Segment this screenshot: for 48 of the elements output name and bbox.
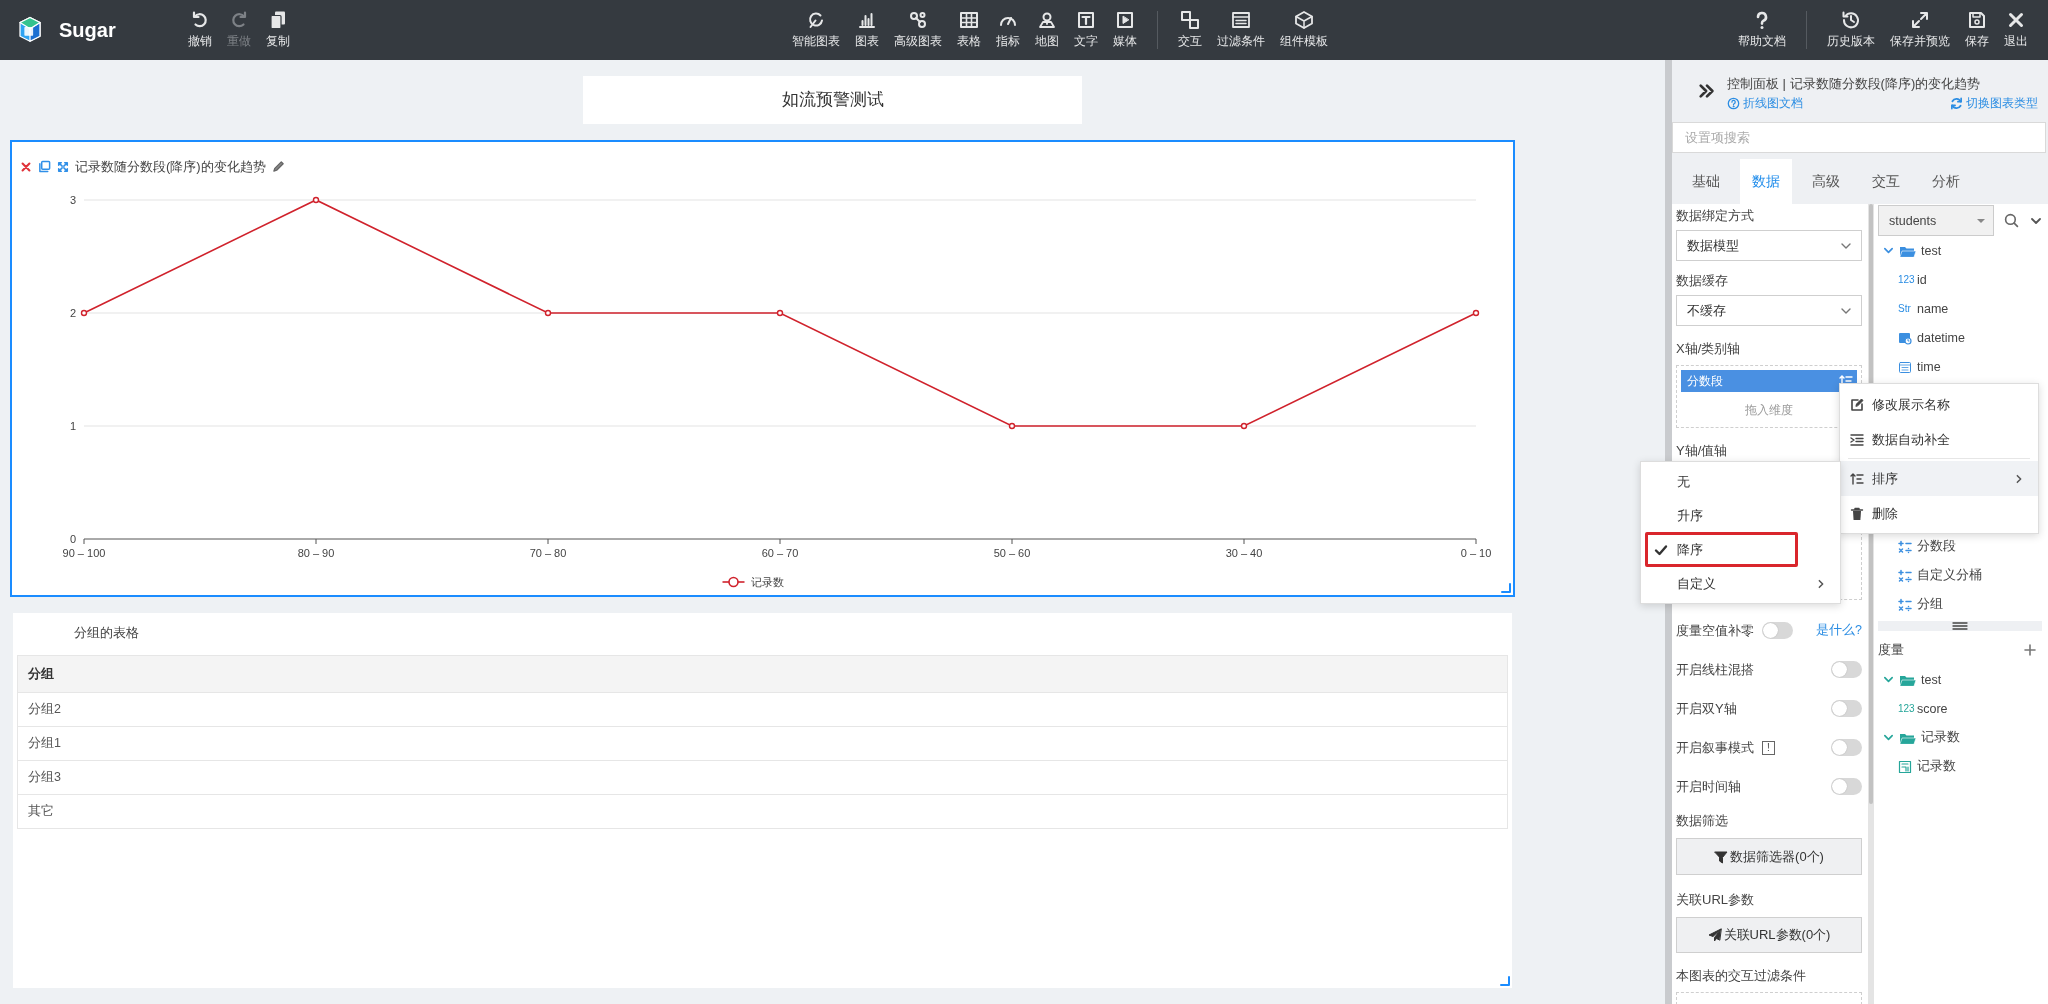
setting-label: 关联URL参数 <box>1676 891 1754 909</box>
drop-hint: 拖入维度 <box>1745 403 1793 418</box>
x-tick-label: 30 – 40 <box>1225 546 1263 559</box>
x-tick-label: 0 – 10 <box>1460 546 1492 559</box>
field-name: 分组 <box>1917 596 1943 613</box>
setting-label: 本图表的交互过滤条件 <box>1676 967 1806 985</box>
setting-label: 数据绑定方式 <box>1676 207 1754 225</box>
table-cell: 分组3 <box>17 760 1508 795</box>
field-name: name <box>1917 301 1949 316</box>
panel-title: 控制面板 | 记录数随分数段(降序)的变化趋势 <box>1727 74 1982 93</box>
column-header: 分组 <box>17 655 1508 693</box>
x-tick-label: 50 – 60 <box>993 546 1031 559</box>
table-cell: 其它 <box>17 794 1508 829</box>
page-title: 如流预警测试 <box>583 76 1082 124</box>
setting-label: 数据缓存 <box>1676 272 1728 290</box>
setting-label: 数据筛选 <box>1676 812 1728 830</box>
x-tick-label: 80 – 90 <box>297 546 335 559</box>
field-name: score <box>1917 701 1948 716</box>
field-name: time <box>1917 359 1941 374</box>
field-name: 分数段 <box>1917 538 1956 555</box>
setting-label: 开启线柱混搭 <box>1676 660 1754 679</box>
setting-label: Y轴/值轴 <box>1676 442 1728 460</box>
table-title: 分组的表格 <box>73 625 140 643</box>
field-name: 自定义分桶 <box>1917 567 1982 584</box>
setting-label: 开启双Y轴 <box>1676 699 1737 718</box>
app-name: Sugar <box>59 18 116 42</box>
setting-label: 度量空值补零 <box>1676 621 1754 640</box>
setting-label: 开启时间轴 <box>1676 777 1741 796</box>
x-tick-label: 70 – 80 <box>529 546 567 559</box>
legend-label: 记录数 <box>750 575 784 588</box>
setting-label: 开启叙事模式 <box>1676 738 1754 757</box>
type-label: 123 <box>1898 274 1912 285</box>
chart-title: 记录数随分数段(降序)的变化趋势 <box>75 157 266 176</box>
y-tick-label: 0 <box>69 532 76 545</box>
table-cell: 分组1 <box>17 726 1508 761</box>
field-name: 记录数 <box>1917 758 1956 775</box>
type-label: Str <box>1898 303 1912 314</box>
section-title: 度量 <box>1878 641 1904 659</box>
y-tick-label: 1 <box>69 419 76 432</box>
y-tick-label: 2 <box>69 306 76 319</box>
y-tick-label: 3 <box>69 193 76 206</box>
table-cell: 分组2 <box>17 692 1508 727</box>
x-tick-label: 60 – 70 <box>761 546 799 559</box>
field-name: datetime <box>1917 330 1965 345</box>
type-label: 123 <box>1898 703 1912 714</box>
field-name: id <box>1917 272 1927 287</box>
x-tick-label: 90 – 100 <box>62 546 106 559</box>
setting-label: X轴/类别轴 <box>1676 340 1741 358</box>
